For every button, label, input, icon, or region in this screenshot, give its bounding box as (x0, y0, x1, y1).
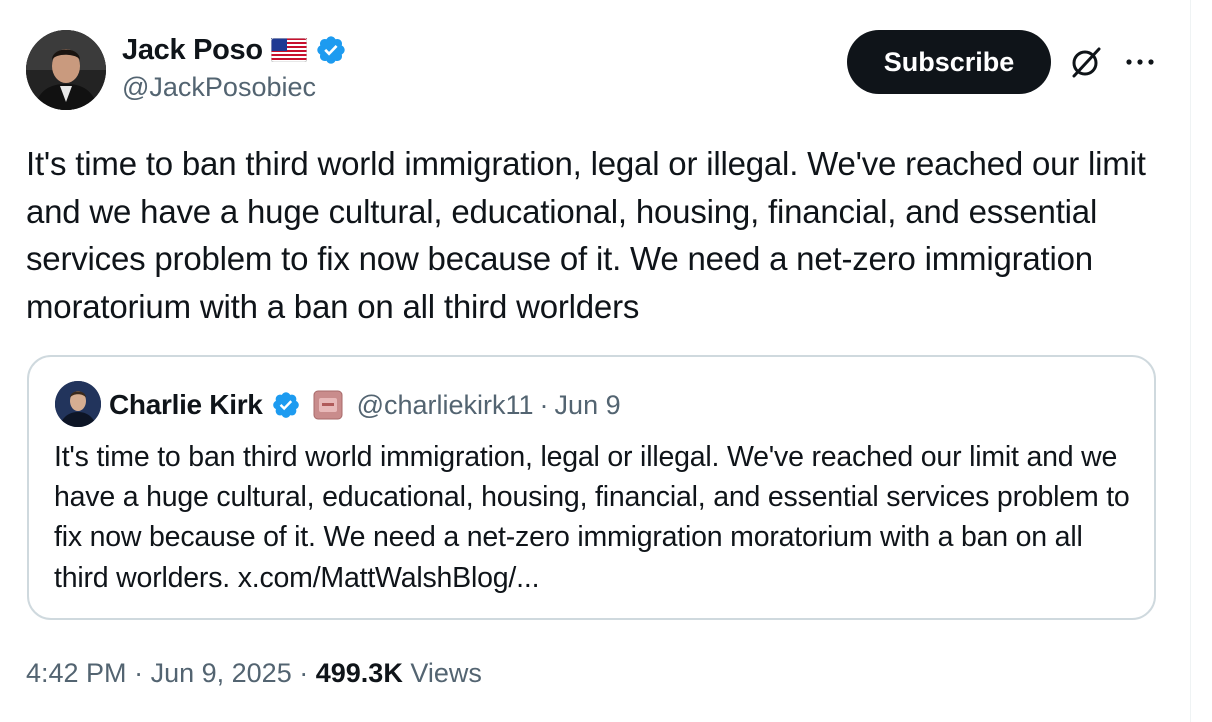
tweet-date[interactable]: Jun 9, 2025 (151, 658, 292, 688)
meta-separator: · (299, 658, 309, 688)
verified-badge-icon (271, 390, 301, 420)
tweet-text: It's time to ban third world immigration… (26, 145, 1146, 325)
grok-icon[interactable] (1068, 44, 1104, 80)
affiliation-badge-icon (313, 390, 343, 420)
quoted-author-name: Charlie Kirk (109, 389, 263, 420)
tweet-meta: 4:42 PM · Jun 9, 2025 · 499.3K Views (26, 658, 482, 689)
timeline-divider (1190, 0, 1191, 722)
quoted-author-avatar[interactable] (55, 381, 101, 427)
quoted-author-handle: @charliekirk11 (356, 389, 534, 420)
author-name[interactable]: Jack Poso (122, 34, 263, 67)
us-flag-icon (270, 37, 308, 63)
subscribe-button[interactable]: Subscribe (847, 30, 1051, 94)
quoted-header: Charlie Kirk @charliekirk11 · Jun 9 (109, 385, 621, 425)
quoted-tweet[interactable]: Charlie Kirk @charliekirk11 · Jun 9 It's… (27, 355, 1156, 620)
quoted-date: Jun 9 (554, 389, 621, 420)
author-name-row: Jack Poso (122, 30, 347, 70)
quoted-separator: · (539, 389, 549, 420)
more-icon[interactable] (1122, 48, 1158, 76)
tweet-time[interactable]: 4:42 PM (26, 658, 127, 688)
views-count: 499.3K (315, 658, 403, 688)
author-avatar[interactable] (26, 30, 106, 110)
quoted-tweet-text: It's time to ban third world immigration… (54, 441, 1130, 594)
verified-badge-icon[interactable] (315, 34, 347, 66)
meta-separator: · (134, 658, 144, 688)
views-label: Views (410, 658, 482, 688)
author-handle[interactable]: @JackPosobiec (122, 72, 316, 103)
